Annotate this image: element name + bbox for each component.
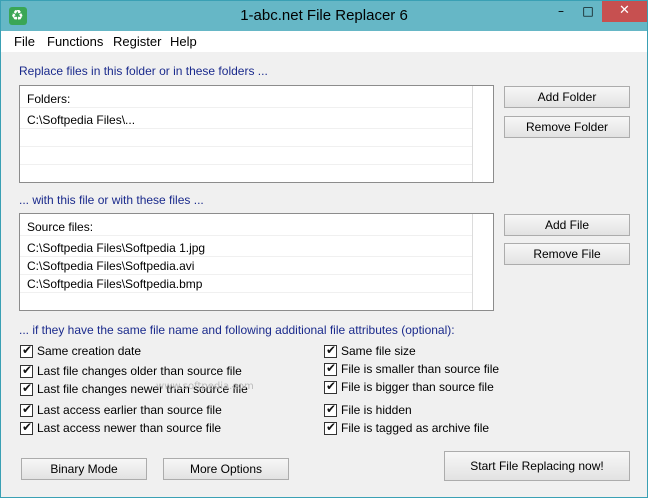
checkbox-box[interactable] [324,361,337,376]
binary-mode-button[interactable]: Binary Mode [21,458,147,480]
file-path: C:\Softpedia Files\Softpedia 1.jpg [27,241,206,255]
checkbox-box[interactable] [20,363,33,378]
menu-bar: File Functions Register Help [1,31,647,52]
checkbox-box[interactable] [20,343,33,358]
list-divider [472,86,473,182]
maximize-button[interactable]: □ [575,1,601,22]
remove-file-button[interactable]: Remove File [504,243,630,265]
minimize-button[interactable]: – [548,1,574,22]
files-list[interactable]: Source files: C:\Softpedia Files\Softped… [19,213,494,311]
list-header: Source files: [20,218,472,236]
checkbox-label: Last file changes older than source file [37,364,242,378]
start-replacing-button[interactable]: Start File Replacing now! [444,451,630,481]
folder-path: C:\Softpedia Files\... [27,113,136,127]
list-item[interactable]: C:\Softpedia Files\Softpedia 1.jpg [20,239,472,257]
add-folder-button[interactable]: Add Folder [504,86,630,108]
checkbox-label: Last access earlier than source file [37,403,222,417]
checkbox-label: File is hidden [341,403,412,417]
checkbox-label: File is bigger than source file [341,380,494,394]
checkbox-label: Last access newer than source file [37,421,222,435]
remove-folder-button[interactable]: Remove Folder [504,116,630,138]
app-window: 1-abc.net File Replacer 6 – □ ✕ File Fun… [0,0,648,498]
watermark: www.softpedia.com [156,381,254,392]
folders-header: Folders: [27,92,71,106]
checkbox-box[interactable] [20,381,33,396]
list-item[interactable]: C:\Softpedia Files\Softpedia.bmp [20,275,472,293]
list-item[interactable]: C:\Softpedia Files\Softpedia.avi [20,257,472,275]
files-section-label: ... with this file or with these files .… [19,193,204,207]
menu-file[interactable]: File [14,34,35,49]
menu-register[interactable]: Register [113,34,161,49]
title-bar[interactable]: 1-abc.net File Replacer 6 – □ ✕ [1,1,647,31]
checkbox-label: Same creation date [37,344,142,358]
checkbox-label: File is smaller than source file [341,362,500,376]
checkbox-box[interactable] [324,343,337,358]
list-header: Folders: [20,90,472,108]
menu-functions[interactable]: Functions [47,34,103,49]
more-options-button[interactable]: More Options [163,458,289,480]
attributes-section-label: ... if they have the same file name and … [19,323,455,337]
list-divider [472,214,473,310]
list-item-empty[interactable] [20,129,472,147]
checkbox-box[interactable] [324,402,337,417]
folders-list[interactable]: Folders: C:\Softpedia Files\... [19,85,494,183]
checkbox-box[interactable] [324,420,337,435]
file-path: C:\Softpedia Files\Softpedia.avi [27,259,195,273]
folders-section-label: Replace files in this folder or in these… [19,64,268,78]
checkbox-label: File is tagged as archive file [341,421,490,435]
close-button[interactable]: ✕ [602,1,647,22]
checkbox-box[interactable] [20,420,33,435]
checkbox-label: Same file size [341,344,416,358]
list-item-empty[interactable] [20,147,472,165]
file-path: C:\Softpedia Files\Softpedia.bmp [27,277,203,291]
add-file-button[interactable]: Add File [504,214,630,236]
checkbox-box[interactable] [324,379,337,394]
checkbox-box[interactable] [20,402,33,417]
menu-help[interactable]: Help [170,34,197,49]
list-item[interactable]: C:\Softpedia Files\... [20,111,472,129]
files-header: Source files: [27,220,94,234]
